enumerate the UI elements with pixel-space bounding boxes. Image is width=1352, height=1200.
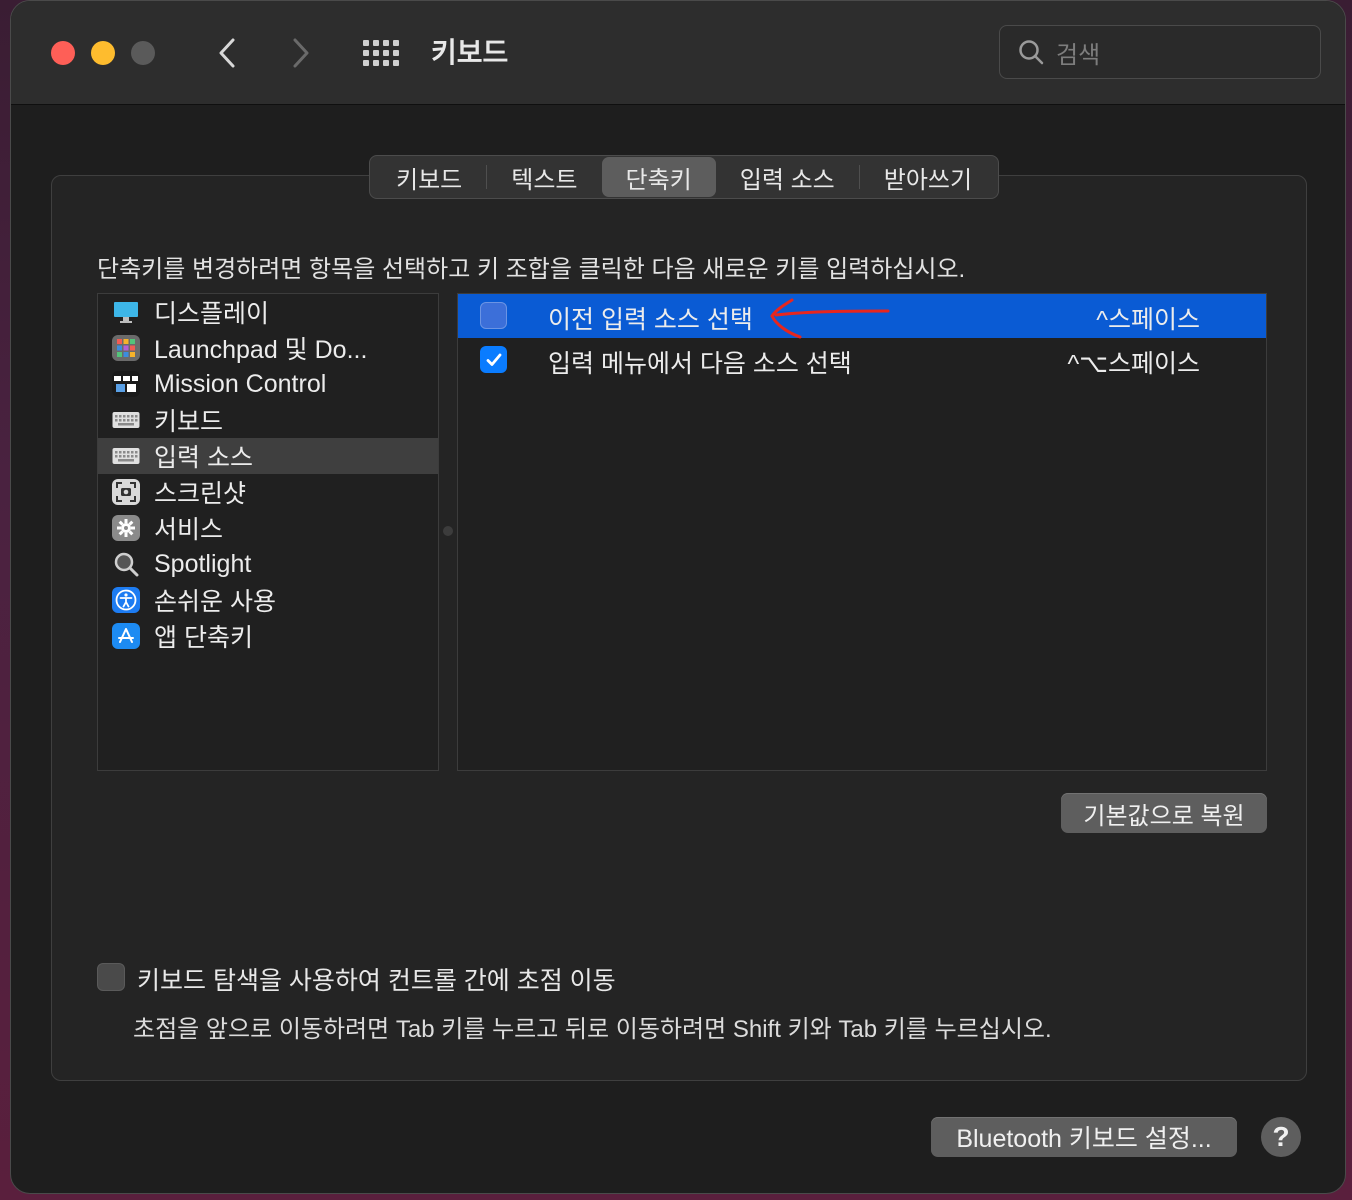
shortcut-list[interactable]: 이전 입력 소스 선택 ^스페이스 입력 메뉴에서 다음 소스 선택 ^⌥스페이…	[457, 293, 1267, 771]
tab-text[interactable]: 텍스트	[487, 157, 601, 197]
category-spotlight[interactable]: Spotlight	[98, 546, 438, 582]
split-view-divider[interactable]	[443, 526, 453, 536]
chevron-right-icon	[293, 38, 309, 68]
category-input-sources[interactable]: 입력 소스	[98, 438, 438, 474]
category-keyboard[interactable]: 키보드	[98, 402, 438, 438]
search-icon	[1019, 40, 1044, 65]
category-mission-control[interactable]: Mission Control	[98, 366, 438, 402]
screenshot-icon	[112, 479, 140, 505]
tab-bar: 키보드 텍스트 단축키 입력 소스 받아쓰기	[369, 155, 1000, 199]
category-label: 스크린샷	[154, 480, 247, 508]
show-all-grid-icon[interactable]	[361, 35, 401, 71]
shortcut-label: 이전 입력 소스 선택	[548, 306, 753, 334]
category-label: Launchpad 및 Do...	[154, 336, 368, 364]
shortcut-row[interactable]: 입력 메뉴에서 다음 소스 선택 ^⌥스페이스	[458, 338, 1266, 382]
tab-keyboard[interactable]: 키보드	[372, 157, 486, 197]
category-launchpad[interactable]: Launchpad 및 Do...	[98, 330, 438, 366]
restore-defaults-button[interactable]: 기본값으로 복원	[1061, 793, 1267, 833]
shortcut-category-list[interactable]: 디스플레이 Launchpad 및 Do... Mission Control …	[97, 293, 439, 771]
shortcut-checkbox[interactable]	[480, 346, 507, 373]
category-label: Spotlight	[154, 549, 252, 578]
close-button[interactable]	[51, 41, 75, 65]
keyboard-icon	[112, 443, 140, 469]
keyboard-preferences-window: 키보드 검색 키보드 텍스트 단축키 입력 소스 받아쓰기 단축키를 변경하려면…	[10, 0, 1346, 1194]
help-button[interactable]: ?	[1261, 1117, 1301, 1157]
shortcut-checkbox[interactable]	[480, 302, 507, 329]
category-screenshot[interactable]: 스크린샷	[98, 474, 438, 510]
category-label: 입력 소스	[154, 444, 253, 472]
shortcut-label: 입력 메뉴에서 다음 소스 선택	[548, 350, 852, 378]
category-label: 디스플레이	[154, 300, 270, 328]
red-arrow-annotation-icon	[770, 298, 890, 339]
tab-shortcuts[interactable]: 단축키	[601, 157, 716, 197]
tab-input-sources[interactable]: 입력 소스	[716, 157, 859, 197]
app-store-icon	[112, 623, 140, 649]
keyboard-icon	[112, 407, 140, 433]
accessibility-icon	[112, 587, 140, 613]
display-icon	[112, 299, 140, 325]
spotlight-icon	[112, 551, 140, 577]
window-title: 키보드	[431, 37, 509, 68]
title-bar: 키보드 검색	[11, 1, 1345, 105]
shortcut-key-combo[interactable]: ^⌥스페이스	[1067, 344, 1200, 380]
minimize-button[interactable]	[91, 41, 115, 65]
category-services[interactable]: 서비스	[98, 510, 438, 546]
chevron-left-icon	[219, 38, 235, 68]
category-label: 키보드	[154, 408, 224, 436]
keyboard-navigation-label: 키보드 탐색을 사용하여 컨트롤 간에 초점 이동	[137, 967, 616, 995]
keyboard-navigation-hint: 초점을 앞으로 이동하려면 Tab 키를 누르고 뒤로 이동하려면 Shift …	[133, 1016, 1052, 1043]
search-placeholder: 검색	[1056, 41, 1101, 69]
category-display[interactable]: 디스플레이	[98, 294, 438, 330]
bluetooth-keyboard-setup-button[interactable]: Bluetooth 키보드 설정...	[931, 1117, 1237, 1157]
checkmark-icon	[486, 353, 501, 366]
gear-icon	[112, 515, 140, 541]
category-app-shortcuts[interactable]: 앱 단축키	[98, 618, 438, 654]
zoom-button[interactable]	[131, 41, 155, 65]
category-label: 서비스	[154, 516, 224, 544]
category-label: 손쉬운 사용	[154, 588, 276, 616]
category-accessibility[interactable]: 손쉬운 사용	[98, 582, 438, 618]
search-field[interactable]: 검색	[999, 25, 1321, 79]
shortcut-row[interactable]: 이전 입력 소스 선택 ^스페이스	[458, 294, 1266, 339]
category-label: Mission Control	[154, 369, 327, 398]
instruction-text: 단축키를 변경하려면 항목을 선택하고 키 조합을 클릭한 다음 새로운 키를 …	[97, 256, 966, 283]
tab-dictation[interactable]: 받아쓰기	[860, 157, 996, 197]
keyboard-navigation-checkbox[interactable]	[97, 963, 125, 991]
category-label: 앱 단축키	[154, 624, 253, 652]
mission-control-icon	[112, 371, 140, 397]
launchpad-icon	[112, 335, 140, 361]
back-button[interactable]	[207, 31, 247, 75]
forward-button[interactable]	[281, 31, 321, 75]
shortcut-key-combo[interactable]: ^스페이스	[1096, 300, 1200, 336]
